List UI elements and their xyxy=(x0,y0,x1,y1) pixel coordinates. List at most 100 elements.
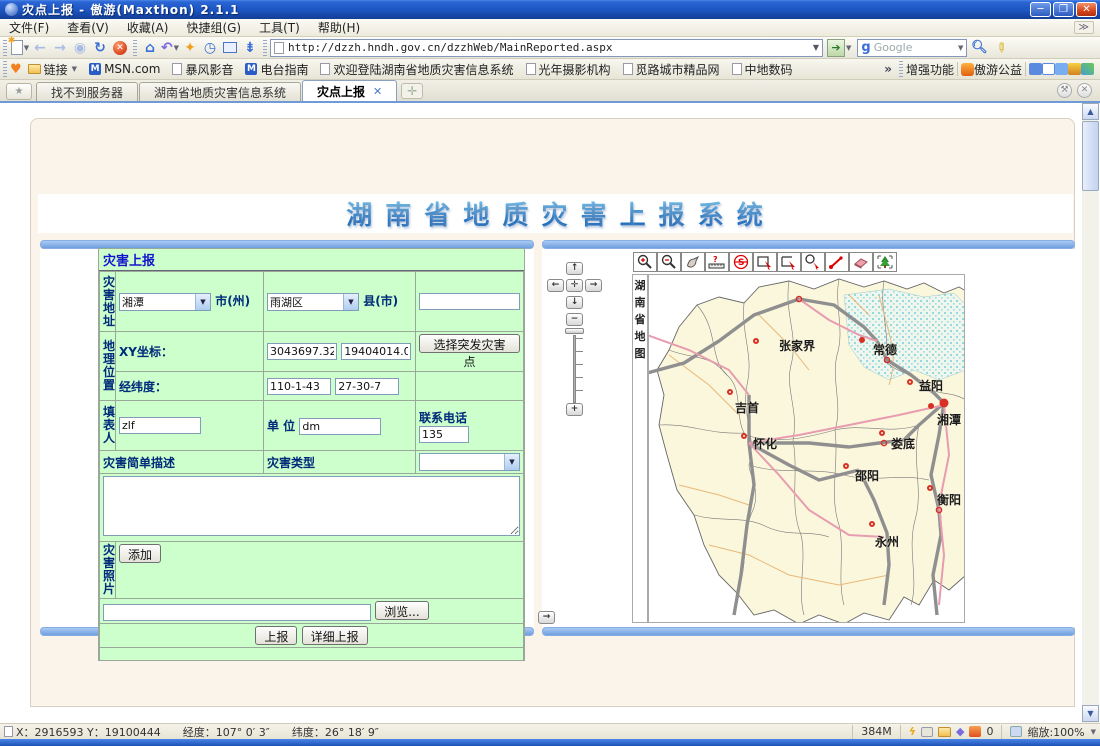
map-eraser-icon[interactable] xyxy=(849,252,873,272)
description-textarea[interactable] xyxy=(103,476,520,536)
bookmark-item[interactable]: 光年摄影机构 xyxy=(520,61,617,78)
photo-file-input[interactable] xyxy=(103,604,371,621)
tab-list-star-icon[interactable]: ★ xyxy=(6,83,32,100)
address-bar[interactable]: http://dzzh.hndh.gov.cn/dzzhWeb/MainRepo… xyxy=(270,39,823,57)
scroll-up-icon[interactable]: ▲ xyxy=(1082,103,1099,120)
home-button[interactable]: ⌂ xyxy=(140,38,160,58)
pick-disaster-point-button[interactable]: 选择突发灾害点 xyxy=(419,334,520,353)
menu-groups[interactable]: 快捷组(G) xyxy=(177,18,250,37)
page-scrollbar[interactable]: ▲ ▼ xyxy=(1082,103,1099,723)
filler-name-input[interactable] xyxy=(119,417,201,434)
new-tab-button[interactable]: ✱▼ xyxy=(10,38,30,58)
magic-wand-icon[interactable]: ✦ xyxy=(180,38,200,58)
unit-input[interactable] xyxy=(299,418,381,435)
phone-input[interactable] xyxy=(419,426,469,443)
bookmark-links-folder[interactable]: 链接▼ xyxy=(22,61,83,78)
scroll-thumb[interactable] xyxy=(1082,121,1099,191)
bookmarks-overflow-icon[interactable]: » xyxy=(880,62,896,76)
go-dropdown-icon[interactable]: ▼ xyxy=(846,44,851,52)
tab-close-icon[interactable]: ✕ xyxy=(373,85,382,98)
bookmark-item[interactable]: M 电台指南 xyxy=(239,61,314,78)
pan-left-button[interactable]: ← xyxy=(547,279,564,292)
latitude-input[interactable] xyxy=(335,378,399,395)
tab-server-not-found[interactable]: 找不到服务器 xyxy=(36,82,138,101)
county-select[interactable]: 雨湖区▼ xyxy=(267,293,359,311)
longitude-input[interactable] xyxy=(267,378,331,395)
downloads-folder-icon[interactable] xyxy=(938,727,951,737)
tab-close-all-icon[interactable]: ✕ xyxy=(1077,83,1092,98)
forward-button[interactable]: → xyxy=(50,38,70,58)
map-draw-point-icon[interactable] xyxy=(825,252,849,272)
pan-down-button[interactable]: ↓ xyxy=(566,296,583,309)
skin-icon[interactable] xyxy=(1081,63,1094,75)
map-canvas[interactable]: 张家界常德益阳湘潭吉首怀化娄底邵阳衡阳永州 xyxy=(648,274,965,623)
stop-button[interactable]: ✕ xyxy=(110,38,130,58)
plugin-diamond-icon[interactable]: ◆ xyxy=(956,725,964,738)
resize-page-icon[interactable] xyxy=(1010,726,1022,737)
menu-file[interactable]: 文件(F) xyxy=(0,18,58,37)
menu-view[interactable]: 查看(V) xyxy=(58,18,118,37)
download-button[interactable]: ⇟ xyxy=(240,38,260,58)
menu-tools[interactable]: 工具(T) xyxy=(250,18,309,37)
map-zoom-out-icon[interactable] xyxy=(657,252,681,272)
zoom-level[interactable]: 缩放:100% xyxy=(1027,724,1084,740)
bookmark-item[interactable]: 暴风影音 xyxy=(166,61,239,78)
tab-disaster-report-active[interactable]: 灾点上报 ✕ xyxy=(302,80,397,101)
address-detail-input[interactable] xyxy=(419,293,520,310)
extras-link[interactable]: 增强功能 xyxy=(906,61,954,78)
zoom-in-step-button[interactable]: + xyxy=(566,403,583,416)
boost-lightning-icon[interactable]: ϟ xyxy=(909,725,916,738)
search-placeholder[interactable]: Google xyxy=(874,41,957,54)
map-zoom-in-icon[interactable] xyxy=(633,252,657,272)
minimize-button[interactable]: ─ xyxy=(1030,2,1051,17)
scroll-down-icon[interactable]: ▼ xyxy=(1082,705,1099,722)
history-clock-icon[interactable]: ◷ xyxy=(200,38,220,58)
go-button[interactable]: ➔ xyxy=(827,39,845,57)
back-button[interactable]: ← xyxy=(30,38,50,58)
favorites-heart-icon[interactable]: ♥ xyxy=(10,62,22,77)
notes-icon[interactable] xyxy=(1055,63,1068,75)
zoom-slider-handle[interactable] xyxy=(565,328,584,334)
search-box[interactable]: g Google ▼ xyxy=(857,39,967,57)
toolbar-overflow-chevron-icon[interactable]: ≫ xyxy=(1074,21,1094,34)
submit-report-button[interactable]: 上报 xyxy=(255,626,297,645)
new-tab-plus-button[interactable]: ✛ xyxy=(401,83,423,99)
detail-report-button[interactable]: 详细上报 xyxy=(302,626,368,645)
x-coordinate-input[interactable] xyxy=(267,343,337,360)
menu-help[interactable]: 帮助(H) xyxy=(309,18,369,37)
map-zoom-to-selection-icon[interactable] xyxy=(801,252,825,272)
search-engine-dropdown-icon[interactable]: ▼ xyxy=(958,44,963,52)
bookmark-msn[interactable]: M MSN.com xyxy=(83,62,166,76)
browse-button[interactable]: 浏览... xyxy=(375,601,428,620)
tab-tools-wrench-icon[interactable]: ⚒︎ xyxy=(1057,83,1072,98)
tab-hunan-disaster-info[interactable]: 湖南省地质灾害信息系统 xyxy=(139,82,301,101)
refresh-button[interactable]: ↻ xyxy=(90,38,110,58)
map-clear-selection-icon[interactable]: S xyxy=(729,252,753,272)
bookmark-item[interactable]: 中地数码 xyxy=(726,61,799,78)
address-dropdown-icon[interactable]: ▼ xyxy=(813,43,819,52)
blocked-popup-icon[interactable] xyxy=(969,726,981,737)
map-select-rect-icon[interactable] xyxy=(753,252,777,272)
charity-link[interactable]: 傲游公益 xyxy=(974,61,1022,78)
highlighter-icon[interactable]: ✎ xyxy=(987,33,1015,61)
close-button[interactable]: ✕ xyxy=(1076,2,1097,17)
map-deselect-rect-icon[interactable] xyxy=(777,252,801,272)
undo-button[interactable]: ↶▼ xyxy=(160,38,180,58)
menu-favorites[interactable]: 收藏(A) xyxy=(118,18,178,37)
pan-up-button[interactable]: ↑ xyxy=(566,262,583,275)
charity-chicken-icon[interactable] xyxy=(961,63,974,76)
v-badge-icon[interactable] xyxy=(1068,63,1081,75)
bookmark-item[interactable]: 觅路城市精品网 xyxy=(617,61,726,78)
map-pan-hand-icon[interactable] xyxy=(681,252,705,272)
window-split-icon[interactable] xyxy=(1042,63,1055,75)
pan-center-button[interactable]: ✛ xyxy=(566,279,583,292)
city-select[interactable]: 湘潭▼ xyxy=(119,293,211,311)
zoom-dropdown-icon[interactable]: ▼ xyxy=(1091,728,1096,736)
bookmark-item[interactable]: 欢迎登陆湖南省地质灾害信息系统 xyxy=(314,61,519,78)
frames-icon[interactable] xyxy=(220,38,240,58)
address-url[interactable]: http://dzzh.hndh.gov.cn/dzzhWeb/MainRepo… xyxy=(288,41,813,54)
windows-cascade-icon[interactable] xyxy=(921,727,933,737)
history-dropdown-icon[interactable]: ◉ xyxy=(70,38,90,58)
add-photo-button[interactable]: 添加 xyxy=(119,544,161,563)
restore-button[interactable]: ❐ xyxy=(1053,2,1074,17)
